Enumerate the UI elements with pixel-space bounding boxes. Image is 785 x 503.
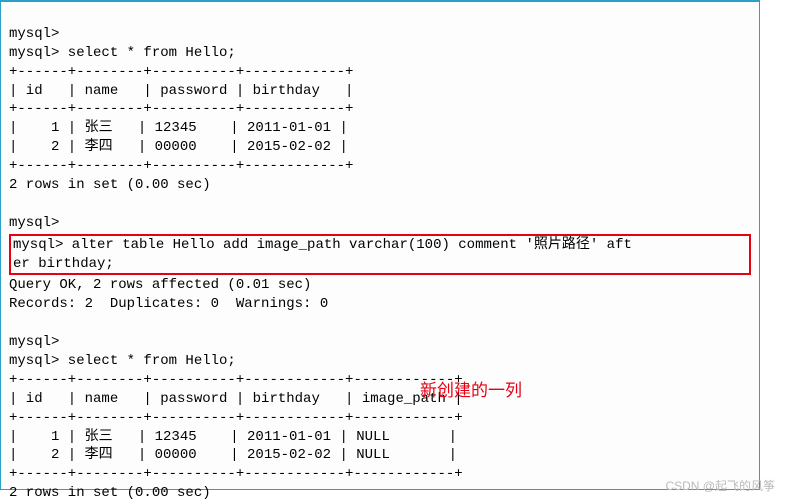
watermark-text: CSDN @起飞的风筝 [665, 477, 775, 494]
query-summary: 2 rows in set (0.00 sec) [9, 177, 211, 193]
alter-result-line1: Query OK, 2 rows affected (0.01 sec) [9, 277, 311, 293]
alter-command-line2: er birthday; [13, 256, 114, 272]
table-border: +------+--------+----------+------------… [9, 466, 463, 482]
query-summary: 2 rows in set (0.00 sec) [9, 485, 211, 501]
table-border: +------+--------+----------+------------… [9, 64, 353, 80]
table-border: +------+--------+----------+------------… [9, 101, 353, 117]
alter-command-line1: mysql> alter table Hello add image_path … [13, 237, 632, 253]
alter-result-line2: Records: 2 Duplicates: 0 Warnings: 0 [9, 296, 328, 312]
mysql-prompt: mysql> [9, 26, 59, 42]
mysql-command: mysql> select * from Hello; [9, 353, 236, 369]
table-row: | 2 | 李四 | 00000 | 2015-02-02 | NULL | [9, 447, 457, 463]
table-border: +------+--------+----------+------------… [9, 372, 463, 388]
table-border: +------+--------+----------+------------… [9, 410, 463, 426]
mysql-prompt: mysql> [9, 215, 59, 231]
highlighted-command-box: mysql> alter table Hello add image_path … [9, 234, 751, 276]
table-row: | 1 | 张三 | 12345 | 2011-01-01 | NULL | [9, 429, 457, 445]
table-row: | 2 | 李四 | 00000 | 2015-02-02 | [9, 139, 348, 155]
terminal-window: mysql> mysql> select * from Hello; +----… [0, 0, 760, 490]
table-row: | 1 | 张三 | 12345 | 2011-01-01 | [9, 120, 348, 136]
table-header: | id | name | password | birthday | imag… [9, 391, 463, 407]
table-header: | id | name | password | birthday | [9, 83, 353, 99]
mysql-command: mysql> select * from Hello; [9, 45, 236, 61]
table-border: +------+--------+----------+------------… [9, 158, 353, 174]
mysql-prompt: mysql> [9, 334, 59, 350]
